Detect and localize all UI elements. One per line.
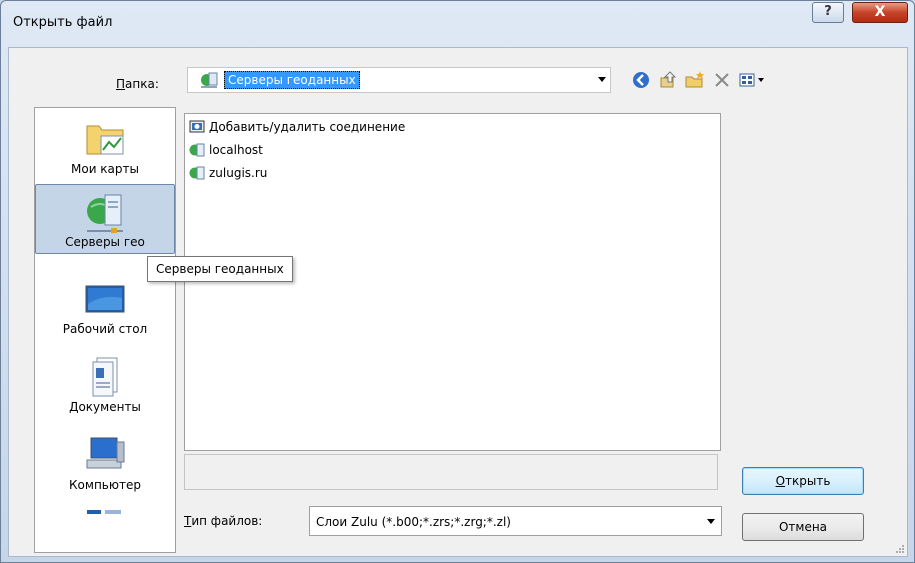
places-tooltip: Серверы геоданных <box>147 256 293 282</box>
list-item-label: zulugis.ru <box>209 166 268 180</box>
folder-combo[interactable]: Серверы геоданных <box>187 67 611 93</box>
place-label: Компьютер <box>69 478 141 492</box>
close-icon: X <box>874 4 886 20</box>
new-folder-icon[interactable] <box>684 69 706 91</box>
chevron-down-icon[interactable] <box>598 77 606 82</box>
places-bar: Мои карты Серверы гео Рабочий стол Докум… <box>34 107 176 553</box>
computer-icon <box>86 437 125 469</box>
window-title: Открыть файл <box>13 15 113 30</box>
list-item-label: localhost <box>209 143 263 157</box>
server-icon <box>189 166 205 180</box>
cancel-button[interactable]: Отмена <box>742 513 864 541</box>
desktop-icon <box>85 285 125 313</box>
close-button[interactable]: X <box>852 2 908 23</box>
list-item-zulugis[interactable]: zulugis.ru <box>189 163 267 183</box>
help-button[interactable]: ? <box>812 2 844 23</box>
add-connection-icon <box>189 120 205 133</box>
file-type-label: Тип файлов: <box>184 514 263 528</box>
list-item-add-connection[interactable]: Добавить/удалить соединение <box>189 117 405 137</box>
documents-icon <box>92 357 118 397</box>
back-icon[interactable] <box>630 69 652 91</box>
server-icon <box>189 143 205 157</box>
place-label: Мои карты <box>71 162 139 176</box>
place-label: Серверы гео <box>65 235 145 249</box>
title-bar[interactable]: Открыть файл ? X <box>1 1 914 47</box>
delete-icon[interactable] <box>711 69 733 91</box>
resize-grip-icon[interactable] <box>895 544 905 554</box>
list-item-localhost[interactable]: localhost <box>189 140 263 160</box>
dialog-client: Папка: Серверы геоданных Мои карты Серве… <box>8 47 908 557</box>
network-icon[interactable] <box>85 504 125 516</box>
folder-combo-value: Серверы геоданных <box>224 71 360 89</box>
folder-label: Папка: <box>116 77 159 91</box>
place-my-maps[interactable]: Мои карты <box>35 110 175 180</box>
geodata-servers-icon <box>201 72 218 88</box>
file-type-select[interactable]: Слои Zulu (*.b00;*.zrs;*.zrg;*.zl) <box>309 506 722 536</box>
up-folder-icon[interactable] <box>657 69 679 91</box>
file-name-field[interactable] <box>184 454 718 490</box>
open-file-dialog: Открыть файл ? X Папка: Серверы геоданны… <box>0 0 915 563</box>
my-maps-icon <box>86 125 124 155</box>
place-computer[interactable]: Компьютер <box>35 426 175 496</box>
help-icon: ? <box>824 4 832 19</box>
chevron-down-icon[interactable] <box>707 519 715 524</box>
open-button[interactable]: Открыть <box>742 467 864 495</box>
place-documents[interactable]: Документы <box>35 348 175 418</box>
view-menu-icon[interactable] <box>738 69 768 91</box>
file-list[interactable]: Добавить/удалить соединение localhost zu… <box>184 113 721 451</box>
geodata-servers-icon <box>87 194 123 233</box>
list-item-label: Добавить/удалить соединение <box>209 120 406 134</box>
place-geodata-servers[interactable]: Серверы гео <box>35 184 175 254</box>
place-label: Рабочий стол <box>62 322 148 336</box>
file-type-value: Слои Zulu (*.b00;*.zrs;*.zrg;*.zl) <box>316 515 511 529</box>
place-label: Документы <box>69 400 141 414</box>
